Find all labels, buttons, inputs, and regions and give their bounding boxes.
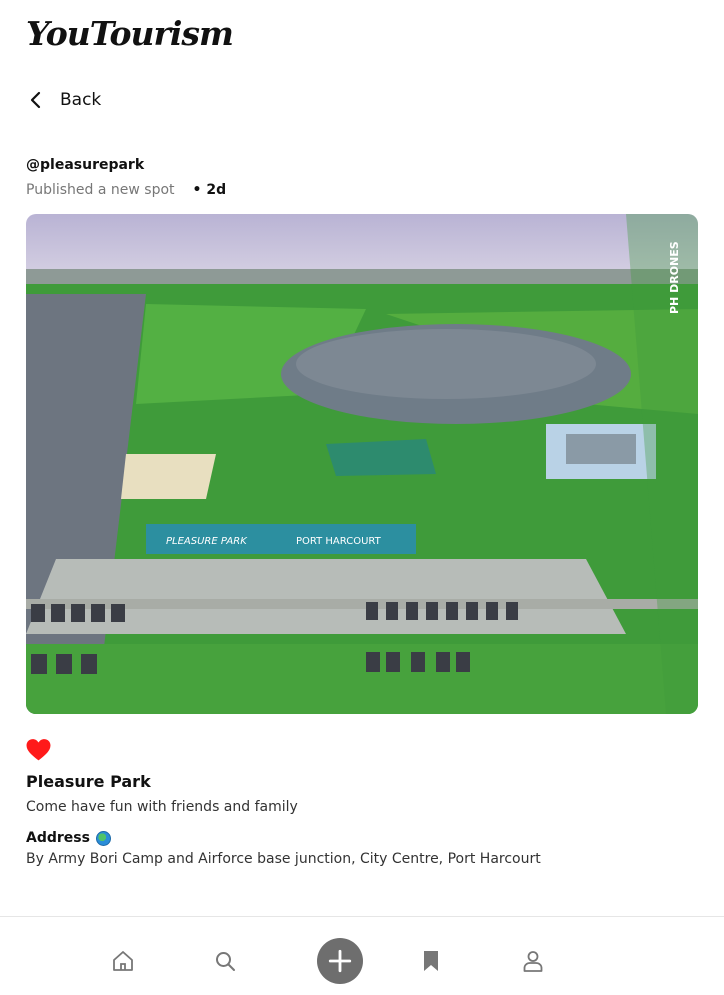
add-spot-button[interactable] <box>317 938 363 984</box>
tab-home[interactable] <box>111 949 135 973</box>
address-text: By Army Bori Camp and Airforce base junc… <box>26 851 541 867</box>
spot-description: Come have fun with friends and family <box>26 799 298 815</box>
spot-photo[interactable]: PLEASURE PARK PORT HARCOURT PH DRONES <box>26 214 698 714</box>
address-label: Address <box>26 830 90 846</box>
globe-icon <box>95 830 111 846</box>
back-label: Back <box>60 90 102 110</box>
post-username[interactable]: @pleasurepark <box>26 157 144 173</box>
back-button[interactable]: Back <box>26 90 101 110</box>
app-logo: YouTourism <box>26 14 234 53</box>
bookmark-icon <box>424 951 438 971</box>
home-icon <box>113 951 133 971</box>
post-age: • 2d <box>192 182 227 198</box>
tab-profile[interactable] <box>521 949 545 973</box>
spot-title: Pleasure Park <box>26 772 151 791</box>
tab-search[interactable] <box>213 949 237 973</box>
tab-saved[interactable] <box>419 949 443 973</box>
photo-sign-right: PORT HARCOURT <box>296 536 382 547</box>
search-icon <box>216 952 235 971</box>
user-icon <box>523 951 543 972</box>
address-heading: Address <box>26 830 111 846</box>
aerial-park-image: PLEASURE PARK PORT HARCOURT PH DRONES <box>26 214 698 714</box>
post-meta: Published a new spot • 2d <box>26 182 226 198</box>
post-action: Published a new spot <box>26 182 175 198</box>
photo-sign-left: PLEASURE PARK <box>166 536 248 547</box>
chevron-left-icon <box>30 91 41 109</box>
plus-icon <box>328 949 352 973</box>
photo-watermark: PH DRONES <box>668 241 681 314</box>
bottom-tab-bar <box>0 916 724 995</box>
heart-icon[interactable] <box>26 738 51 762</box>
